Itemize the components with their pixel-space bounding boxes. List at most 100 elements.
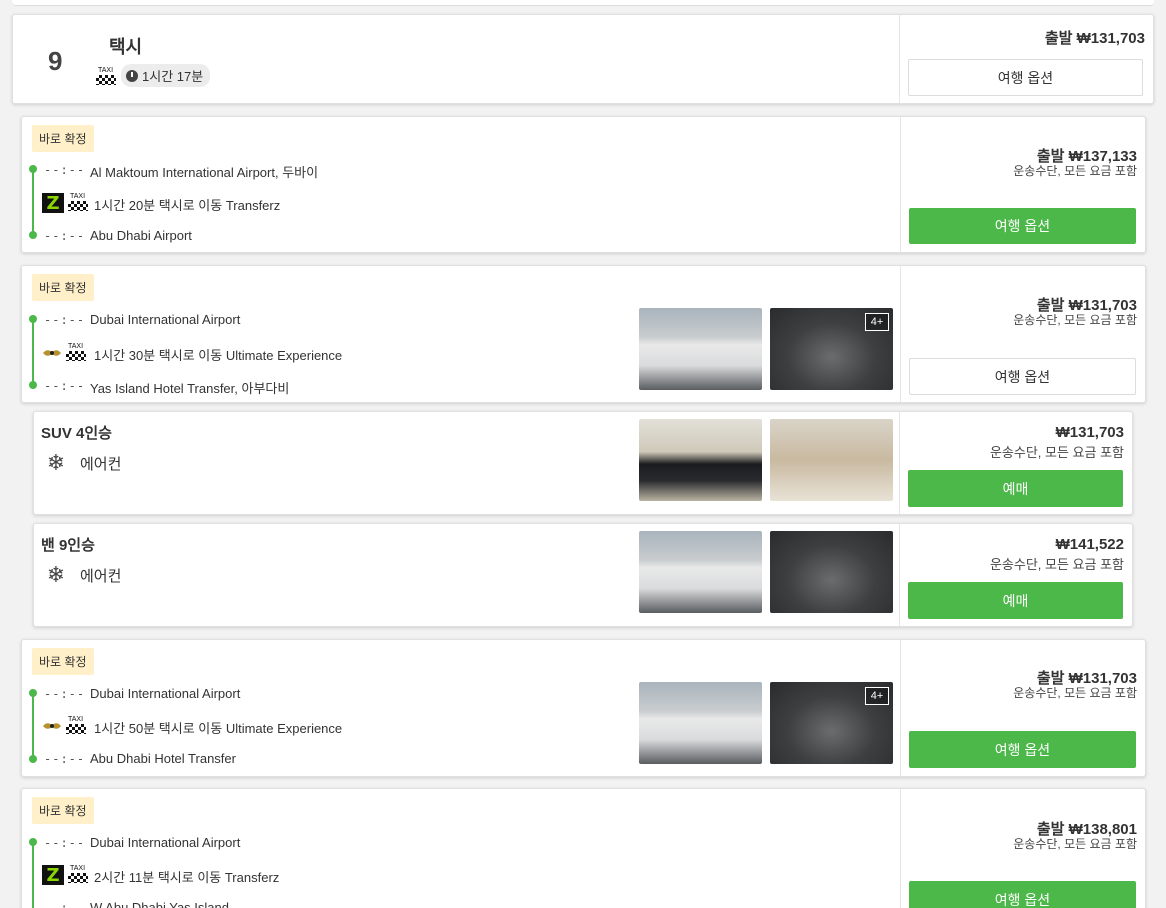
route-end-dot <box>29 381 37 389</box>
vehicle-option-card[interactable]: SUV 4인승 ❄ 에어컨 ₩131,703 운송수단, 모든 요금 포함 예매 <box>33 411 1133 515</box>
instant-confirm-badge: 바로 확정 <box>32 648 94 675</box>
route-duration: 1시간 50분 택시로 이동 Ultimate Experience <box>94 721 343 736</box>
vehicle-interior-photo[interactable]: 4+ <box>770 308 893 390</box>
arrival-place: Yas Island Hotel Transfer, 아부다비 <box>90 381 290 396</box>
taxi-icon: TAXI <box>95 67 116 87</box>
vehicle-option-card[interactable]: 밴 9인승 ❄ 에어컨 ₩141,522 운송수단, 모든 요금 포함 예매 <box>33 523 1133 627</box>
transferz-logo: Z <box>42 193 64 214</box>
arrival-place: Abu Dhabi Hotel Transfer <box>90 751 236 766</box>
provider-icons: TAXI <box>42 716 86 736</box>
more-photos-badge[interactable]: 4+ <box>865 313 889 331</box>
vehicle-price: ₩131,703 <box>1055 424 1124 441</box>
route-price-includes: 운송수단, 모든 요금 포함 <box>1013 313 1137 327</box>
book-button[interactable]: 예매 <box>908 582 1123 619</box>
taxi-icon: TAXI <box>65 716 86 736</box>
arrival-time: --:-- <box>44 379 86 393</box>
group-duration-pill: 1시간 17분 <box>121 64 211 87</box>
route-trip-options-button[interactable]: 여행 옵션 <box>909 731 1136 768</box>
arrival-time: --:-- <box>44 901 86 908</box>
route-line <box>32 319 34 386</box>
snowflake-icon: ❄ <box>46 562 66 587</box>
vehicle-name: SUV 4인승 <box>41 425 112 442</box>
vehicle-interior-photo[interactable]: 4+ <box>770 682 893 764</box>
feature-label: 에어컨 <box>80 567 122 585</box>
departure-time: --:-- <box>44 163 86 177</box>
arrival-time: --:-- <box>44 752 86 766</box>
transferz-logo: Z <box>42 865 64 886</box>
taxi-icon: TAXI <box>67 193 88 213</box>
route-line <box>32 693 34 760</box>
more-photos-badge[interactable]: 4+ <box>865 687 889 705</box>
departure-time: --:-- <box>44 836 86 850</box>
vehicle-photo[interactable] <box>639 308 762 390</box>
feature-label: 에어컨 <box>80 455 122 473</box>
instant-confirm-badge: 바로 확정 <box>32 797 94 824</box>
route-trip-options-button[interactable]: 여행 옵션 <box>909 358 1136 395</box>
group-price-column: 출발 ₩131,703 여행 옵션 <box>899 15 1153 103</box>
route-price-column: 출발 ₩137,133 운송수단, 모든 요금 포함 여행 옵션 <box>900 117 1145 252</box>
route-price-column: 출발 ₩138,801 운송수단, 모든 요금 포함 여행 옵션 <box>900 789 1145 908</box>
vehicle-photo[interactable] <box>639 531 762 613</box>
vehicle-price-includes: 운송수단, 모든 요금 포함 <box>989 445 1124 460</box>
group-title: 택시 <box>109 37 143 57</box>
taxi-group-card[interactable]: 9 택시 TAXI 1시간 17분 출발 ₩131,703 여행 옵션 <box>12 14 1154 104</box>
ultimate-experience-logo <box>42 345 62 361</box>
route-card[interactable]: 바로 확정 --:-- Dubai International Airport … <box>21 788 1146 908</box>
route-line <box>32 842 34 908</box>
group-trip-options-button[interactable]: 여행 옵션 <box>908 59 1143 96</box>
instant-confirm-badge: 바로 확정 <box>32 125 94 152</box>
route-card[interactable]: 바로 확정 --:-- Al Maktoum International Air… <box>21 116 1146 253</box>
departure-time: --:-- <box>44 313 86 327</box>
route-card[interactable]: 바로 확정 --:-- Dubai International Airport … <box>21 265 1146 403</box>
route-line <box>32 169 34 236</box>
group-icons: TAXI <box>95 67 116 87</box>
group-price: 출발 ₩131,703 <box>1044 30 1145 47</box>
arrival-place: Abu Dhabi Airport <box>90 228 192 243</box>
provider-icons: TAXI <box>42 343 86 363</box>
taxi-icon: TAXI <box>67 865 88 885</box>
route-start-dot <box>29 689 37 697</box>
vehicle-photo[interactable] <box>639 419 762 501</box>
taxi-icon: TAXI <box>65 343 86 363</box>
route-price-includes: 운송수단, 모든 요금 포함 <box>1013 164 1137 178</box>
vehicle-feature: ❄ 에어컨 <box>44 562 122 588</box>
departure-place: Dubai International Airport <box>90 686 241 701</box>
arrival-place: W Abu Dhabi Yas Island <box>90 900 229 908</box>
route-trip-options-button[interactable]: 여행 옵션 <box>909 881 1136 908</box>
vehicle-price-includes: 운송수단, 모든 요금 포함 <box>989 557 1124 572</box>
vehicle-interior-photo[interactable] <box>770 531 893 613</box>
previous-card-edge <box>12 0 1154 6</box>
route-duration: 2시간 11분 택시로 이동 Transferz <box>94 870 280 885</box>
ultimate-experience-logo <box>42 718 62 734</box>
route-price-column: 출발 ₩131,703 운송수단, 모든 요금 포함 여행 옵션 <box>900 266 1145 402</box>
route-duration: 1시간 30분 택시로 이동 Ultimate Experience <box>94 348 343 363</box>
departure-place: Al Maktoum International Airport, 두바이 <box>90 165 319 180</box>
vehicle-name: 밴 9인승 <box>41 537 95 554</box>
group-number: 9 <box>48 46 63 76</box>
route-end-dot <box>29 755 37 763</box>
vehicle-photo[interactable] <box>639 682 762 764</box>
route-trip-options-button[interactable]: 여행 옵션 <box>909 208 1136 244</box>
book-button[interactable]: 예매 <box>908 470 1123 507</box>
route-price-column: 출발 ₩131,703 운송수단, 모든 요금 포함 여행 옵션 <box>900 640 1145 776</box>
route-start-dot <box>29 838 37 846</box>
departure-place: Dubai International Airport <box>90 312 241 327</box>
clock-icon <box>126 69 138 82</box>
provider-icons: Z TAXI <box>42 865 88 886</box>
provider-icons: Z TAXI <box>42 193 88 214</box>
vehicle-interior-photo[interactable] <box>770 419 893 501</box>
arrival-time: --:-- <box>44 229 86 243</box>
snowflake-icon: ❄ <box>46 450 66 475</box>
route-card[interactable]: 바로 확정 --:-- Dubai International Airport … <box>21 639 1146 777</box>
route-duration: 1시간 20분 택시로 이동 Transferz <box>94 198 281 213</box>
vehicle-price: ₩141,522 <box>1055 536 1124 553</box>
departure-place: Dubai International Airport <box>90 835 241 850</box>
route-price-includes: 운송수단, 모든 요금 포함 <box>1013 686 1137 700</box>
route-end-dot <box>29 231 37 239</box>
route-start-dot <box>29 165 37 173</box>
vehicle-price-column: ₩141,522 운송수단, 모든 요금 포함 예매 <box>899 524 1132 626</box>
vehicle-feature: ❄ 에어컨 <box>44 450 122 476</box>
vehicle-price-column: ₩131,703 운송수단, 모든 요금 포함 예매 <box>899 412 1132 514</box>
group-duration: 1시간 17분 <box>142 69 204 84</box>
departure-time: --:-- <box>44 687 86 701</box>
